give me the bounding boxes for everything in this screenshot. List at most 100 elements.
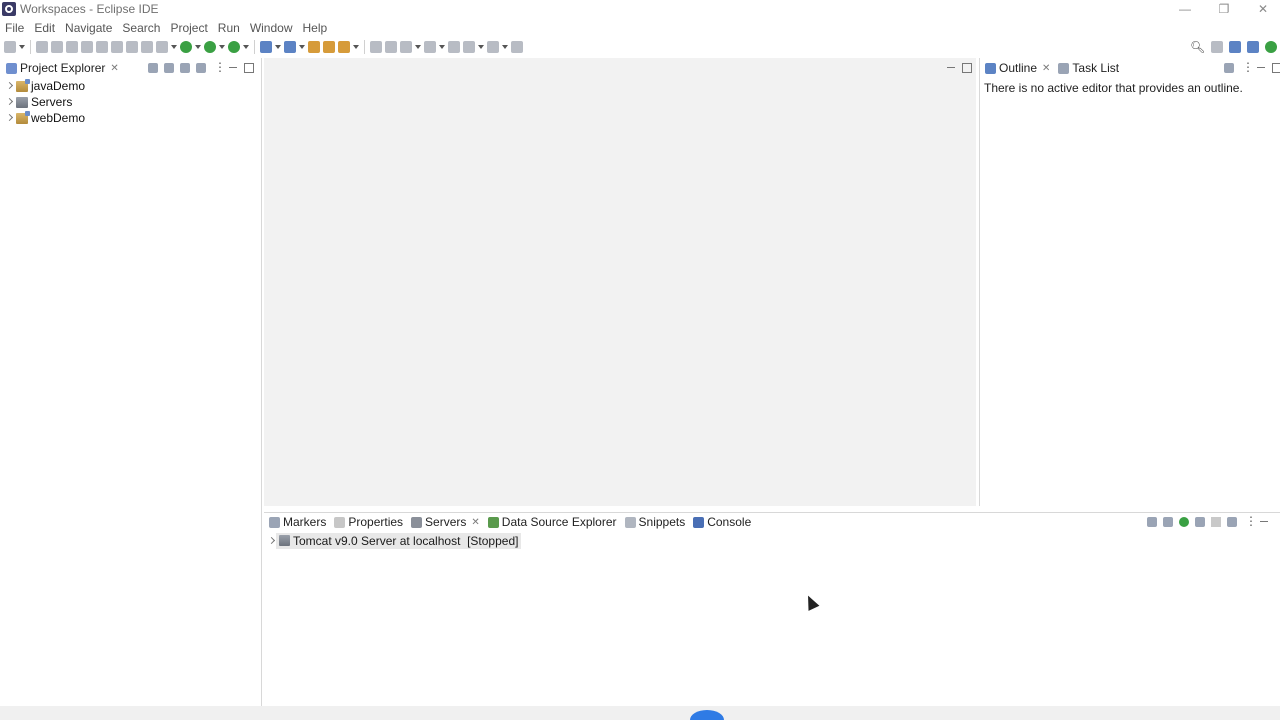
- expand-arrow-icon[interactable]: [266, 533, 276, 549]
- chevron-down-icon[interactable]: [275, 41, 281, 53]
- tree-item-label: webDemo: [31, 111, 86, 125]
- new-server-icon[interactable]: [260, 41, 272, 53]
- profile-server-icon[interactable]: [1195, 517, 1205, 527]
- new-class-icon[interactable]: [284, 41, 296, 53]
- view-menu-icon[interactable]: [1240, 60, 1254, 74]
- chevron-down-icon[interactable]: [502, 41, 508, 53]
- search-tool-icon[interactable]: [338, 41, 350, 53]
- minimize-view-icon[interactable]: [228, 63, 238, 73]
- menu-file[interactable]: File: [0, 19, 29, 37]
- tab-markers[interactable]: Markers: [265, 512, 330, 532]
- maximize-editor-icon[interactable]: [962, 63, 972, 73]
- publish-icon[interactable]: [1227, 517, 1237, 527]
- expand-arrow-icon[interactable]: [4, 110, 14, 126]
- next-annotation-icon[interactable]: [400, 41, 412, 53]
- tab-properties[interactable]: Properties: [330, 512, 407, 532]
- menu-navigate[interactable]: Navigate: [60, 19, 117, 37]
- java-perspective-icon[interactable]: [1247, 41, 1260, 53]
- java-ee-perspective-icon[interactable]: [1229, 41, 1242, 53]
- external-tools-icon[interactable]: [228, 41, 240, 53]
- server-list-item[interactable]: Tomcat v9.0 Server at localhost [Stopped…: [266, 532, 522, 549]
- open-task-icon[interactable]: [323, 41, 335, 53]
- tab-servers[interactable]: Servers ✕: [407, 512, 484, 532]
- menu-project[interactable]: Project: [165, 19, 212, 37]
- toggle-icon[interactable]: [81, 41, 93, 53]
- start-server-icon[interactable]: [1179, 517, 1189, 527]
- save-all-icon[interactable]: [51, 41, 63, 53]
- open-perspective-icon[interactable]: [1211, 41, 1224, 53]
- debug-icon[interactable]: [156, 41, 168, 53]
- menu-run[interactable]: Run: [213, 19, 245, 37]
- close-window-button[interactable]: ✕: [1243, 0, 1280, 18]
- globe-icon[interactable]: [370, 41, 382, 53]
- chevron-down-icon[interactable]: [171, 41, 177, 53]
- chevron-down-icon[interactable]: [353, 41, 359, 53]
- tool-icon[interactable]: [111, 41, 123, 53]
- servers-controls: [1147, 514, 1269, 530]
- stop-server-icon[interactable]: [1211, 517, 1221, 527]
- tab-project-explorer[interactable]: Project Explorer ✕: [2, 58, 123, 78]
- chevron-down-icon[interactable]: [195, 41, 201, 53]
- minimize-window-button[interactable]: —: [1165, 0, 1205, 18]
- editor-area: [264, 58, 976, 506]
- chevron-down-icon[interactable]: [243, 41, 249, 53]
- collapse-all-icon[interactable]: [1147, 517, 1157, 527]
- pin-editor-icon[interactable]: [511, 41, 523, 53]
- forward-icon[interactable]: [487, 41, 499, 53]
- debug-perspective-icon[interactable]: [1265, 41, 1278, 53]
- open-type-icon[interactable]: [308, 41, 320, 53]
- tab-outline[interactable]: Outline ✕: [981, 58, 1054, 78]
- chevron-down-icon[interactable]: [478, 41, 484, 53]
- tab-snippets[interactable]: Snippets: [621, 512, 690, 532]
- tree-item-javademo[interactable]: javaDemo: [4, 78, 85, 94]
- expand-arrow-icon[interactable]: [4, 78, 14, 94]
- back-icon[interactable]: [463, 41, 475, 53]
- tab-task-list[interactable]: Task List: [1054, 58, 1123, 78]
- filter-icon[interactable]: [180, 63, 190, 73]
- menu-window[interactable]: Window: [245, 19, 298, 37]
- outline-tool-icon[interactable]: [1224, 63, 1234, 73]
- new-icon[interactable]: [4, 41, 16, 53]
- maximize-view-icon[interactable]: [244, 63, 254, 73]
- tab-data-source-explorer[interactable]: Data Source Explorer: [484, 512, 621, 532]
- save-icon[interactable]: [36, 41, 48, 53]
- link-editor-icon[interactable]: [164, 63, 174, 73]
- chevron-down-icon[interactable]: [415, 41, 421, 53]
- search-icon[interactable]: 🔍︎: [1190, 40, 1205, 54]
- chevron-down-icon[interactable]: [219, 41, 225, 53]
- coverage-icon[interactable]: [204, 41, 216, 53]
- chevron-down-icon[interactable]: [439, 41, 445, 53]
- chevron-down-icon[interactable]: [299, 41, 305, 53]
- print-icon[interactable]: [66, 41, 78, 53]
- build-icon[interactable]: [96, 41, 108, 53]
- skip-breakpoints-icon[interactable]: [141, 41, 153, 53]
- minimize-view-icon[interactable]: [1259, 517, 1269, 527]
- prev-annotation-icon[interactable]: [424, 41, 436, 53]
- maximize-view-icon[interactable]: [1272, 63, 1280, 73]
- server-entry[interactable]: Tomcat v9.0 Server at localhost [Stopped…: [276, 532, 522, 549]
- focus-icon[interactable]: [196, 63, 206, 73]
- tab-console[interactable]: Console: [689, 512, 755, 532]
- tree-item-webdemo[interactable]: webDemo: [4, 110, 85, 126]
- menu-edit[interactable]: Edit: [29, 19, 60, 37]
- close-icon[interactable]: ✕: [471, 517, 479, 528]
- collapse-all-icon[interactable]: [148, 63, 158, 73]
- tree-item-servers[interactable]: Servers: [4, 94, 72, 110]
- view-menu-icon[interactable]: [1243, 514, 1257, 528]
- server-expander[interactable]: [266, 533, 276, 549]
- menu-search[interactable]: Search: [117, 19, 165, 37]
- menu-help[interactable]: Help: [298, 19, 333, 37]
- close-icon[interactable]: ✕: [1042, 63, 1050, 74]
- view-menu-icon[interactable]: [212, 60, 226, 74]
- terminal-icon[interactable]: [126, 41, 138, 53]
- last-edit-icon[interactable]: [448, 41, 460, 53]
- annotation-icon[interactable]: [385, 41, 397, 53]
- minimize-view-icon[interactable]: [1256, 63, 1266, 73]
- chevron-down-icon[interactable]: [19, 41, 25, 53]
- debug-server-icon[interactable]: [1163, 517, 1173, 527]
- minimize-editor-icon[interactable]: [946, 63, 956, 73]
- run-icon[interactable]: [180, 41, 192, 53]
- close-icon[interactable]: ✕: [110, 63, 118, 74]
- restore-window-button[interactable]: ❐: [1204, 0, 1244, 18]
- expand-arrow-icon[interactable]: [4, 94, 14, 110]
